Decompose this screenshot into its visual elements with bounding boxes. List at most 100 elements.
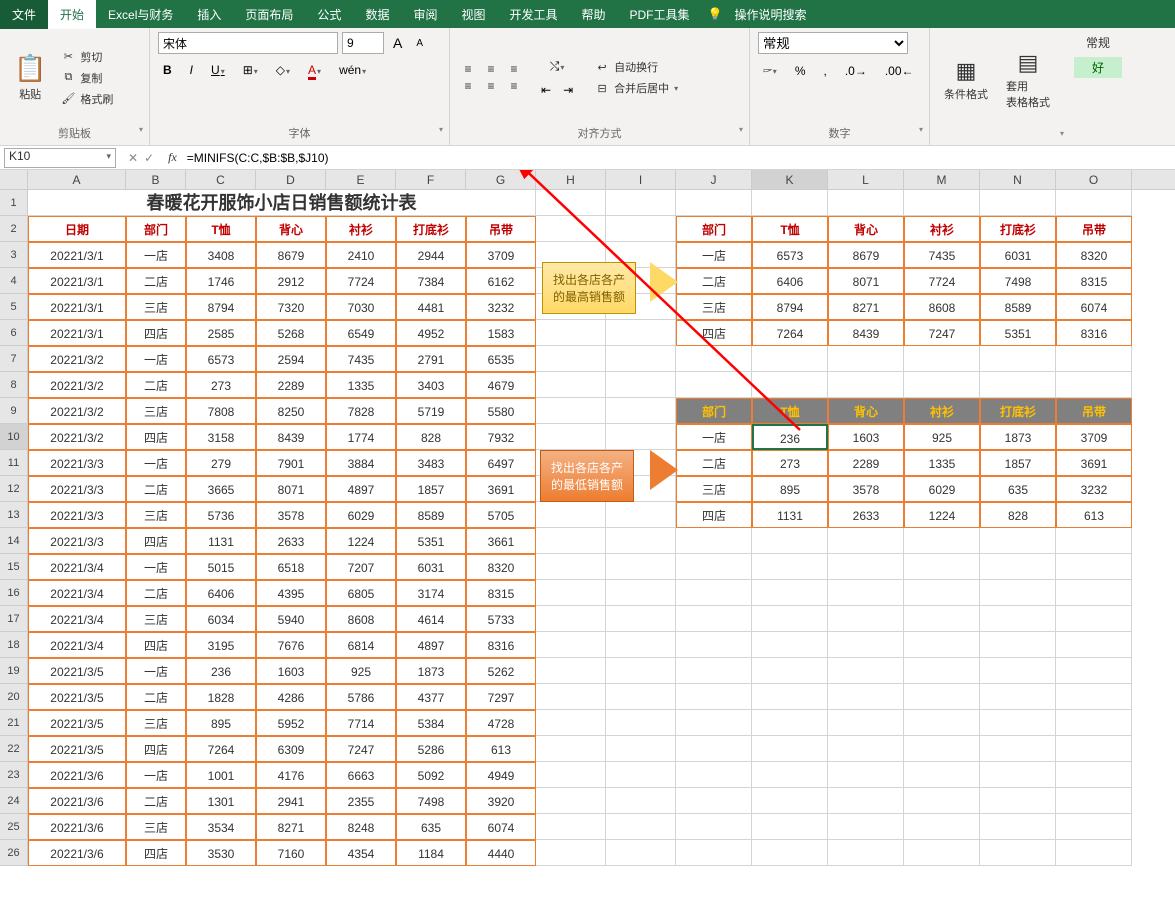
cell[interactable]: 2594 <box>256 346 326 372</box>
cell[interactable] <box>1056 346 1132 372</box>
row-header[interactable]: 6 <box>0 320 28 346</box>
cell[interactable]: T恤 <box>186 216 256 242</box>
cell[interactable]: 二店 <box>126 268 186 294</box>
cell[interactable] <box>1056 840 1132 866</box>
cell[interactable]: 3195 <box>186 632 256 658</box>
cell[interactable]: 20221/3/5 <box>28 710 126 736</box>
row-header[interactable]: 21 <box>0 710 28 736</box>
cell[interactable] <box>536 658 606 684</box>
cell[interactable]: 部门 <box>126 216 186 242</box>
cell[interactable]: 8316 <box>466 632 536 658</box>
orientation-button[interactable]: ⤭▾ <box>536 56 578 77</box>
cell[interactable]: 7207 <box>326 554 396 580</box>
cell[interactable]: 6573 <box>752 242 828 268</box>
cell[interactable] <box>676 658 752 684</box>
cell[interactable] <box>752 190 828 216</box>
cell[interactable] <box>536 554 606 580</box>
cell[interactable] <box>1056 684 1132 710</box>
cell[interactable]: 8608 <box>326 606 396 632</box>
cell[interactable]: 2633 <box>256 528 326 554</box>
cell[interactable] <box>606 788 676 814</box>
cell[interactable]: 6034 <box>186 606 256 632</box>
cell[interactable]: 7247 <box>904 320 980 346</box>
cell[interactable]: 5940 <box>256 606 326 632</box>
cell[interactable] <box>1056 554 1132 580</box>
cell[interactable]: 635 <box>396 814 466 840</box>
cell[interactable]: 20221/3/6 <box>28 788 126 814</box>
cell[interactable]: 4614 <box>396 606 466 632</box>
cell[interactable] <box>1056 372 1132 398</box>
cell[interactable] <box>980 606 1056 632</box>
cell[interactable]: 三店 <box>126 398 186 424</box>
paste-button[interactable]: 📋 粘贴 <box>8 49 52 106</box>
cell[interactable]: 2633 <box>828 502 904 528</box>
cell[interactable]: 4354 <box>326 840 396 866</box>
increase-decimal-button[interactable]: .0→ <box>840 61 872 81</box>
cell[interactable] <box>980 658 1056 684</box>
col-header-B[interactable]: B <box>126 170 186 189</box>
cell[interactable] <box>752 814 828 840</box>
cell[interactable] <box>536 398 606 424</box>
cell[interactable]: 3709 <box>1056 424 1132 450</box>
cell[interactable]: 6497 <box>466 450 536 476</box>
row-header[interactable]: 15 <box>0 554 28 580</box>
cell[interactable]: 二店 <box>126 580 186 606</box>
cell[interactable]: 5268 <box>256 320 326 346</box>
cell[interactable] <box>752 840 828 866</box>
row-header[interactable]: 11 <box>0 450 28 476</box>
cell[interactable] <box>676 606 752 632</box>
tab-formula[interactable]: 公式 <box>305 0 353 29</box>
cell[interactable]: 7320 <box>256 294 326 320</box>
cell[interactable] <box>676 580 752 606</box>
cell[interactable]: 613 <box>466 736 536 762</box>
cell[interactable]: 1746 <box>186 268 256 294</box>
tell-me-search[interactable]: 操作说明搜索 <box>722 0 818 29</box>
cell[interactable] <box>980 528 1056 554</box>
italic-button[interactable]: I <box>185 60 198 80</box>
cell[interactable]: 四店 <box>676 502 752 528</box>
cell[interactable]: 四店 <box>126 840 186 866</box>
cell[interactable]: 5351 <box>396 528 466 554</box>
cell[interactable] <box>752 658 828 684</box>
cell[interactable] <box>828 346 904 372</box>
cell[interactable] <box>828 372 904 398</box>
cell[interactable]: 5351 <box>980 320 1056 346</box>
cell[interactable]: 2944 <box>396 242 466 268</box>
cell[interactable] <box>536 528 606 554</box>
cell[interactable]: 四店 <box>676 320 752 346</box>
cell[interactable]: 吊带 <box>1056 398 1132 424</box>
cell[interactable]: 20221/3/3 <box>28 476 126 502</box>
cell[interactable] <box>676 788 752 814</box>
cell[interactable]: 20221/3/1 <box>28 242 126 268</box>
cell[interactable]: 一店 <box>676 242 752 268</box>
cell[interactable]: 2585 <box>186 320 256 346</box>
cell[interactable]: 20221/3/2 <box>28 424 126 450</box>
accounting-format-button[interactable]: 🖙▾ <box>758 60 782 81</box>
cell[interactable] <box>752 762 828 788</box>
cell[interactable]: 3709 <box>466 242 536 268</box>
cell[interactable] <box>752 684 828 710</box>
cell[interactable]: 衬衫 <box>326 216 396 242</box>
cell[interactable] <box>536 632 606 658</box>
cell[interactable]: 8589 <box>980 294 1056 320</box>
align-middle-button[interactable]: ≡ <box>481 62 501 76</box>
align-center-button[interactable]: ≡ <box>481 79 501 93</box>
row-header[interactable]: 20 <box>0 684 28 710</box>
decrease-font-button[interactable]: A <box>411 35 428 52</box>
row-header[interactable]: 2 <box>0 216 28 242</box>
cell[interactable] <box>980 346 1056 372</box>
cell[interactable]: 925 <box>904 424 980 450</box>
copy-button[interactable]: ⧉复制 <box>58 69 115 87</box>
cut-button[interactable]: ✂剪切 <box>58 48 115 66</box>
cell[interactable] <box>904 840 980 866</box>
cell-style-normal[interactable]: 常规 <box>1074 34 1122 51</box>
row-header[interactable]: 24 <box>0 788 28 814</box>
col-header-D[interactable]: D <box>256 170 326 189</box>
tab-data[interactable]: 数据 <box>353 0 401 29</box>
cell[interactable] <box>606 580 676 606</box>
row-header[interactable]: 12 <box>0 476 28 502</box>
cell[interactable]: 衬衫 <box>904 398 980 424</box>
cell[interactable]: 8679 <box>256 242 326 268</box>
cell[interactable]: 6549 <box>326 320 396 346</box>
cell[interactable]: 20221/3/3 <box>28 450 126 476</box>
